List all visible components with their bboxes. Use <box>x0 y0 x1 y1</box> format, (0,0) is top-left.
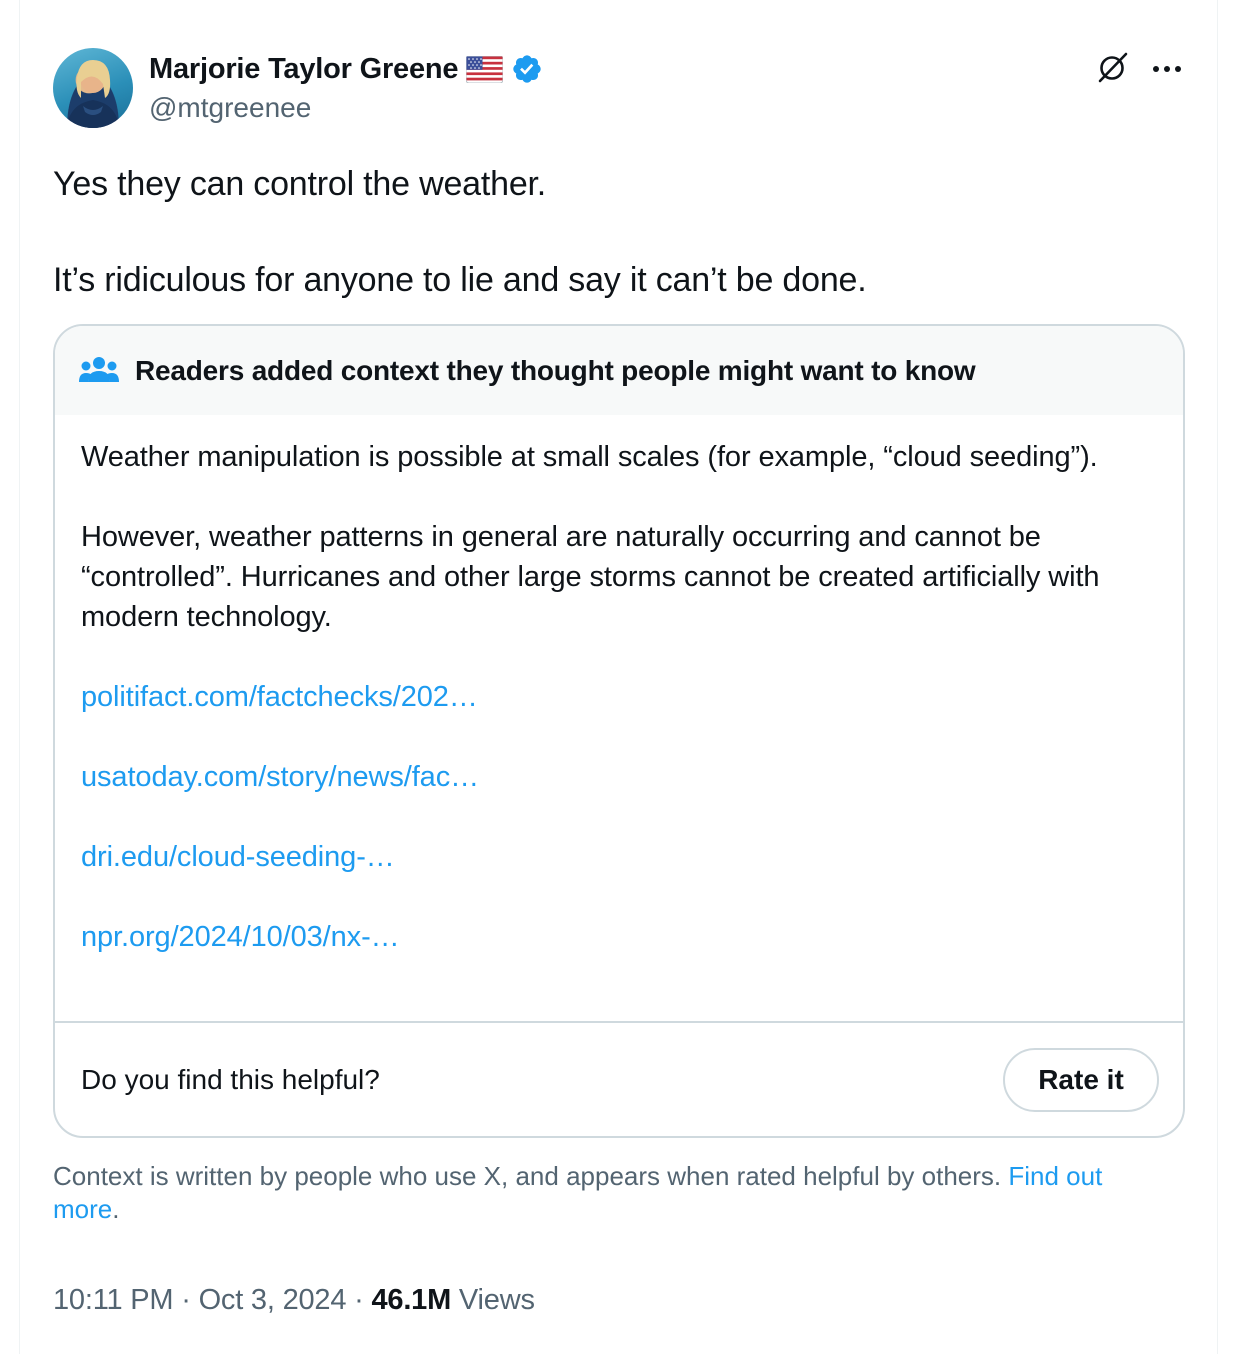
views-count: 46.1M <box>371 1284 452 1316</box>
tweet-date[interactable]: Oct 3, 2024 <box>199 1284 347 1316</box>
author-handle[interactable]: @mtgreenee <box>149 92 311 124</box>
context-notice-text: Context is written by people who use X, … <box>53 1161 1009 1191</box>
more-options-button[interactable] <box>1148 50 1186 88</box>
tweet-line: It’s ridiculous for anyone to lie and sa… <box>53 261 867 299</box>
tweet-time[interactable]: 10:11 PM <box>53 1284 174 1316</box>
community-note: Readers added context they thought peopl… <box>53 324 1185 1138</box>
note-paragraph: However, weather patterns in general are… <box>81 521 1100 633</box>
tweet-line: Yes they can control the weather. <box>53 165 547 203</box>
community-note-header: Readers added context they thought peopl… <box>55 326 1183 415</box>
source-link-usatoday[interactable]: usatoday.com/story/news/fac… <box>81 757 1157 797</box>
note-paragraph: Weather manipulation is possible at smal… <box>81 441 1098 473</box>
views-label: Views <box>451 1284 535 1316</box>
grok-button[interactable] <box>1094 50 1132 88</box>
grok-icon <box>1096 50 1130 89</box>
note-source-links: politifact.com/factchecks/202… usatoday.… <box>81 677 1157 957</box>
source-link-politifact[interactable]: politifact.com/factchecks/202… <box>81 677 1157 717</box>
tweet-text: Yes they can control the weather. It’s r… <box>53 160 1183 304</box>
community-note-title: Readers added context they thought peopl… <box>135 354 976 386</box>
people-icon <box>79 355 119 387</box>
rate-it-button[interactable]: Rate it <box>1003 1047 1159 1112</box>
context-notice-period: . <box>112 1194 120 1224</box>
context-notice: Context is written by people who use X, … <box>53 1160 1173 1226</box>
verified-badge-icon[interactable] <box>511 53 543 85</box>
more-options-icon <box>1152 60 1182 78</box>
source-link-npr[interactable]: npr.org/2024/10/03/nx-… <box>81 917 1157 957</box>
helpful-question: Do you find this helpful? <box>81 1063 380 1095</box>
meta-separator: · <box>173 1284 199 1316</box>
source-link-dri[interactable]: dri.edu/cloud-seeding-… <box>81 837 1157 877</box>
community-note-body: Weather manipulation is possible at smal… <box>55 415 1183 957</box>
tweet-meta: 10:11 PM · Oct 3, 2024 · 46.1M Views <box>53 1284 535 1317</box>
meta-separator: · <box>346 1284 372 1316</box>
avatar[interactable] <box>53 48 133 128</box>
us-flag-icon <box>465 55 504 83</box>
author-name-row: Marjorie Taylor Greene <box>149 50 543 88</box>
author-display-name[interactable]: Marjorie Taylor Greene <box>149 53 459 86</box>
community-note-footer: Do you find this helpful? Rate it <box>55 1021 1183 1136</box>
